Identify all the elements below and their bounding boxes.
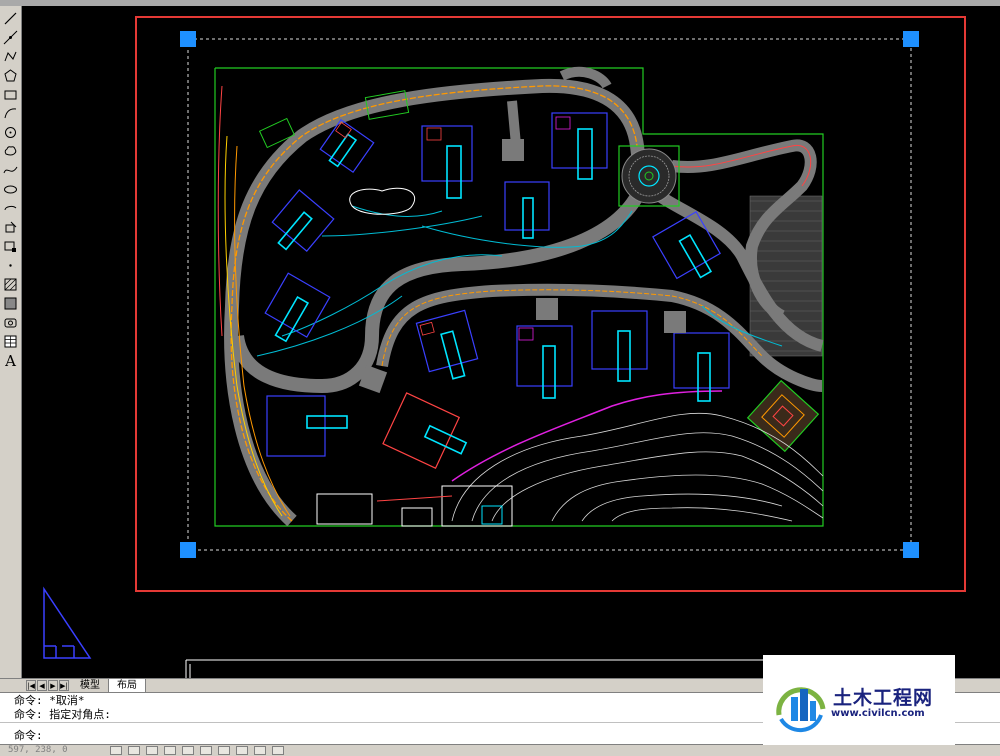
otrack-toggle-icon[interactable]: [200, 746, 212, 755]
hatch-icon[interactable]: [2, 276, 19, 293]
circle-icon[interactable]: [2, 124, 19, 141]
ortho-toggle-icon[interactable]: [146, 746, 158, 755]
region-icon[interactable]: [2, 314, 19, 331]
polygon-icon[interactable]: [2, 67, 19, 84]
villa-09: [516, 325, 573, 399]
villa-04: [504, 181, 550, 239]
drawing-canvas[interactable]: [22, 6, 1000, 678]
command-history-line: 命令: *取消*: [14, 694, 85, 707]
tab-layout[interactable]: 布局: [108, 679, 146, 692]
villa-10: [591, 310, 648, 382]
revision-cloud-icon[interactable]: [2, 143, 19, 160]
polyline-icon[interactable]: [2, 48, 19, 65]
point-icon[interactable]: [2, 257, 19, 274]
model-space-toggle-icon[interactable]: [272, 746, 284, 755]
villa-12: [266, 395, 348, 457]
villa-13: [382, 392, 468, 470]
ucs-icon: [43, 586, 92, 659]
villa-05: [271, 189, 335, 252]
command-history-line: 命令: 指定对角点:: [14, 708, 111, 721]
line-icon[interactable]: [2, 10, 19, 27]
lineweight-toggle-icon[interactable]: [254, 746, 266, 755]
ellipse-arc-icon[interactable]: [2, 200, 19, 217]
building-logo-icon: [776, 687, 826, 733]
construction-line-icon[interactable]: [2, 29, 19, 46]
watermark-logo: 土木工程网 www.civilcn.com: [763, 655, 955, 745]
service-pad: [502, 139, 524, 161]
coordinate-readout: 597, 238, 0: [8, 745, 68, 755]
grid-toggle-icon[interactable]: [128, 746, 140, 755]
multiline-text-icon[interactable]: A: [2, 352, 19, 370]
table-icon[interactable]: [2, 333, 19, 350]
make-block-icon[interactable]: [2, 238, 19, 255]
grip-bottom-left: [180, 542, 196, 558]
status-bar: 597, 238, 0: [0, 744, 1000, 756]
watermark-url: www.civilcn.com: [831, 708, 925, 719]
insert-block-icon[interactable]: [2, 219, 19, 236]
pavilion: [746, 379, 820, 453]
command-prompt[interactable]: 命令:: [14, 729, 43, 743]
tab-model[interactable]: 模型: [72, 679, 109, 692]
villa-08: [415, 309, 479, 380]
grip-top-left: [180, 31, 196, 47]
villa-02: [421, 125, 473, 199]
osnap-toggle-icon[interactable]: [182, 746, 194, 755]
polar-toggle-icon[interactable]: [164, 746, 176, 755]
dyn-toggle-icon[interactable]: [236, 746, 248, 755]
gradient-icon[interactable]: [2, 295, 19, 312]
ellipse-icon[interactable]: [2, 181, 19, 198]
first-tab-button[interactable]: |◀: [26, 680, 36, 691]
spline-icon[interactable]: [2, 162, 19, 179]
previous-tab-button[interactable]: ◀: [37, 680, 47, 691]
arc-icon[interactable]: [2, 105, 19, 122]
watermark-title: 土木工程网: [833, 687, 934, 709]
last-tab-button[interactable]: ▶|: [59, 680, 69, 691]
grip-top-right: [903, 31, 919, 47]
site-plan-drawing: [43, 16, 966, 678]
next-tab-button[interactable]: ▶: [48, 680, 58, 691]
villa-03: [551, 112, 608, 180]
snap-toggle-icon[interactable]: [110, 746, 122, 755]
rectangle-icon[interactable]: [2, 86, 19, 103]
ducs-toggle-icon[interactable]: [218, 746, 230, 755]
magenta-boundary: [451, 390, 723, 482]
grip-bottom-right: [903, 542, 919, 558]
draw-toolbar: A: [0, 6, 22, 678]
